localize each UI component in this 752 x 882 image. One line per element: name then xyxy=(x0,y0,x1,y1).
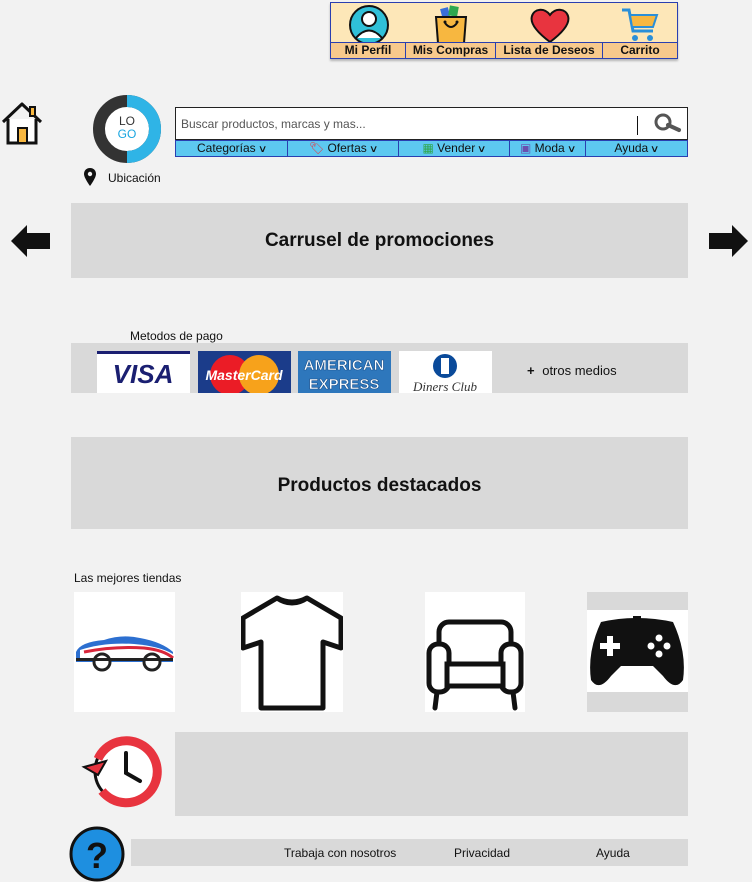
wishlist-label: Lista de Deseos xyxy=(496,42,603,58)
t-shirt-icon xyxy=(240,595,344,711)
chevron-down-icon: ∨ xyxy=(477,144,487,155)
diners-text: Diners Club xyxy=(412,379,477,393)
user-menu-bar: Mi Perfil Mis Compras Lista de Deseos Ca… xyxy=(330,2,678,59)
chevron-down-icon: ∨ xyxy=(368,144,379,155)
mastercard-logo: MasterCard xyxy=(198,351,291,393)
more-payment-methods-label: otros medios xyxy=(542,363,617,378)
visa-logo: VISA xyxy=(97,351,190,393)
footer-work-with-us-link[interactable]: Trabaja con nosotros xyxy=(284,846,396,860)
clothing-icon: ▣ xyxy=(519,141,532,155)
wishlist-button[interactable]: Lista de Deseos xyxy=(496,3,603,58)
nav-help-label: Ayuda xyxy=(614,141,649,155)
store-cars[interactable] xyxy=(74,592,175,712)
store-furniture[interactable] xyxy=(425,592,525,712)
text-cursor xyxy=(637,116,638,135)
svg-text:AMERICAN: AMERICAN xyxy=(304,357,385,374)
nav-categories-label: Categorías xyxy=(196,141,256,155)
help-icon[interactable]: ? xyxy=(69,826,127,882)
logo-text-line2: GO xyxy=(117,127,137,141)
nav-sell[interactable]: ▦ Vender ∨ xyxy=(399,141,510,156)
search-icon[interactable] xyxy=(646,111,686,137)
home-icon[interactable] xyxy=(0,100,44,146)
nav-sell-label: Vender xyxy=(437,141,476,155)
mastercard-text: MasterCard xyxy=(205,367,282,383)
purchases-label: Mis Compras xyxy=(406,42,496,58)
gamepad-icon xyxy=(587,610,688,692)
svg-text:EXPRESS: EXPRESS xyxy=(309,376,380,393)
location-link[interactable]: Ubicación xyxy=(108,171,161,185)
visa-text: VISA xyxy=(113,359,174,389)
cart-button[interactable]: Carrito xyxy=(603,3,677,58)
featured-products-title: Productos destacados xyxy=(277,475,482,496)
nav-categories[interactable]: Categorías ∨ xyxy=(176,141,288,156)
plus-icon: + xyxy=(527,363,535,378)
sofa-icon xyxy=(426,619,524,711)
cart-label: Carrito xyxy=(603,42,677,58)
nav-fashion[interactable]: ▣ Moda ∨ xyxy=(510,141,586,156)
best-stores-label: Las mejores tiendas xyxy=(74,571,182,585)
footer-privacy-link[interactable]: Privacidad xyxy=(454,846,510,860)
arrow-right-icon[interactable] xyxy=(707,224,749,258)
location-pin-icon xyxy=(84,168,96,186)
category-nav: Categorías ∨ 🏷 Ofertas ∨ ▦ Vender ∨ ▣ Moda ∨… xyxy=(175,140,688,157)
more-payment-methods-link[interactable]: + otros medios xyxy=(527,363,617,378)
history-icon[interactable] xyxy=(80,733,164,809)
diners-club-logo: Diners Club xyxy=(399,351,492,393)
chevron-down-icon: ∨ xyxy=(257,144,268,155)
car-icon xyxy=(76,636,174,672)
recent-history-section[interactable] xyxy=(175,732,688,816)
store-clothing[interactable] xyxy=(240,592,344,712)
footer-bar: Trabaja con nosotros Privacidad Ayuda xyxy=(131,839,688,866)
shopping-cart-icon xyxy=(622,8,659,41)
shopping-bag-icon xyxy=(434,5,468,44)
arrow-left-icon[interactable] xyxy=(10,224,52,258)
user-avatar-icon xyxy=(348,5,389,45)
payment-methods-label: Metodos de pago xyxy=(130,329,223,343)
store-games[interactable] xyxy=(587,592,688,712)
carousel-title: Carrusel de promociones xyxy=(264,230,495,251)
nav-offers[interactable]: 🏷 Ofertas ∨ xyxy=(288,141,399,156)
footer-help-link[interactable]: Ayuda xyxy=(596,846,630,860)
tag-icon: 🏷 xyxy=(308,141,325,155)
amex-logo: AMERICAN EXPRESS xyxy=(298,351,391,393)
chevron-down-icon: ∨ xyxy=(566,144,577,155)
profile-label: Mi Perfil xyxy=(331,42,406,58)
purchases-button[interactable]: Mis Compras xyxy=(406,3,496,58)
heart-icon xyxy=(530,8,569,44)
nav-help[interactable]: Ayuda ∨ xyxy=(586,141,687,156)
profile-button[interactable]: Mi Perfil xyxy=(331,3,406,58)
nav-offers-label: Ofertas xyxy=(327,141,367,155)
search-input[interactable]: Buscar productos, marcas y mas... xyxy=(175,107,688,140)
nav-fashion-label: Moda xyxy=(534,141,565,155)
cash-register-icon: ▦ xyxy=(422,141,434,155)
logo-text: LO GO xyxy=(91,115,163,141)
svg-text:?: ? xyxy=(86,835,108,876)
search-placeholder: Buscar productos, marcas y mas... xyxy=(181,117,366,131)
chevron-down-icon: ∨ xyxy=(650,144,660,155)
